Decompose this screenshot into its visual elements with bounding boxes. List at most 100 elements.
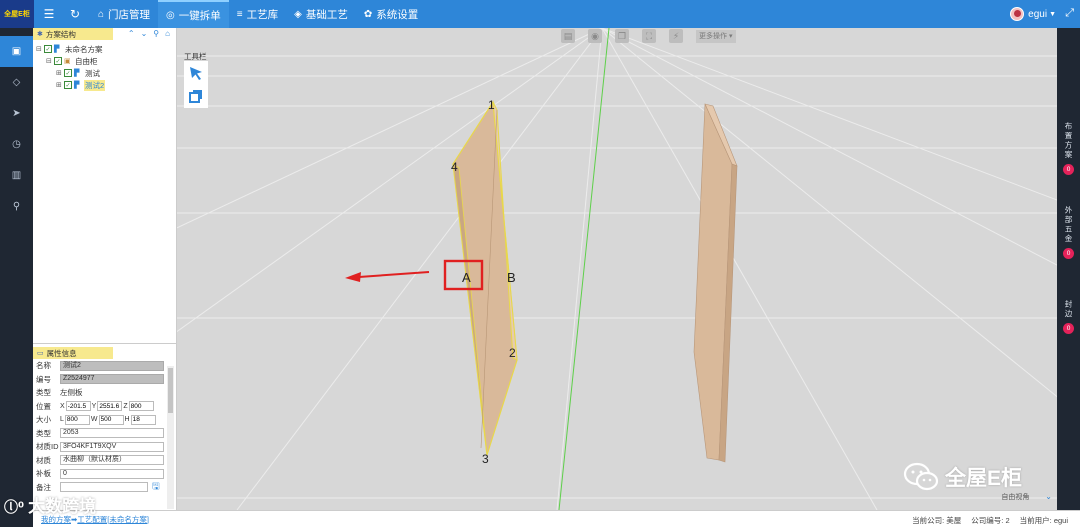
tree-node-label[interactable]: 自由柜 <box>74 56 99 67</box>
select-tool-icon[interactable] <box>184 61 208 84</box>
checkbox[interactable]: ✓ <box>54 57 62 65</box>
watermark-left: ⓛ⁰ 大数跨境 <box>4 492 96 517</box>
pos-z-field[interactable] <box>128 401 154 412</box>
design-icon[interactable]: ▣ <box>0 36 33 67</box>
home-icon[interactable]: ⌂ <box>165 29 170 38</box>
props-panel-header: ▭ 属性信息 <box>33 347 113 359</box>
size-h-field[interactable] <box>130 414 156 425</box>
history-icon[interactable]: ◷ <box>0 129 33 160</box>
status-bar: 我的方案➡工艺配置[未命名方案] 当前公司: 美屋 公司编号: 2 当前用户: … <box>33 510 1080 527</box>
count-badge: 0 <box>1063 323 1074 334</box>
layout-scheme-tab[interactable]: 布置方案 0 <box>1057 122 1080 175</box>
size-w-field[interactable] <box>98 414 124 425</box>
tree-node-root[interactable]: ⊟ ✓ ▛ 未命名方案 <box>36 43 176 55</box>
search-icon[interactable]: ⚲ <box>153 29 159 38</box>
left-icon-sidebar: ▣ ◇ ➤ ◷ ▥ ⚲ <box>0 28 33 527</box>
checkbox[interactable]: ✓ <box>44 45 52 53</box>
props-scrollbar[interactable] <box>167 366 174 509</box>
user-menu[interactable]: egui ▼ <box>1010 0 1056 28</box>
save-icon[interactable]: 🖫 <box>152 479 160 495</box>
side-board[interactable] <box>693 103 738 463</box>
prop-position-row: 位置 X Y Z <box>33 400 176 414</box>
duplicate-tool-icon[interactable] <box>184 84 208 107</box>
tree-node-cabinet[interactable]: ⊟ ✓ ▣ 自由柜 <box>36 55 176 67</box>
company-number-info: 公司编号: 2 <box>971 515 1009 526</box>
note-field[interactable] <box>60 482 148 493</box>
more-ops-dropdown[interactable]: 更多操作 ▾ <box>696 29 736 43</box>
tree-node-label[interactable]: 测试 <box>84 68 101 79</box>
material-field[interactable]: 水曲柳（默认材质） <box>60 455 164 466</box>
copy-icon[interactable]: ❐ <box>615 29 629 43</box>
prop-label: 名称 <box>36 361 51 371</box>
viewport-toolbar: ▤ ◉ ❐ ⛶ ⚡ 更多操作 ▾ <box>561 29 736 43</box>
wechat-icon <box>903 462 939 491</box>
nav-icon: ◈ <box>294 8 302 20</box>
avatar <box>1010 7 1025 21</box>
target-icon[interactable]: ◉ <box>588 29 602 43</box>
checkbox[interactable]: ✓ <box>64 81 72 89</box>
fit-view-icon[interactable]: ⛶ <box>642 29 656 43</box>
lightning-icon[interactable]: ⚡ <box>669 29 683 43</box>
prop-label: 编号 <box>36 374 51 384</box>
chevron-down-icon: ⌄ <box>1045 492 1052 501</box>
size-l-field[interactable] <box>64 414 90 425</box>
tab-label: 封边 <box>1064 300 1073 319</box>
trash-icon[interactable]: ▥ <box>0 160 33 191</box>
floor-grid <box>177 28 1057 510</box>
tree-node-label[interactable]: 未命名方案 <box>64 44 104 55</box>
scene-canvas[interactable]: 1 2 3 4 A B <box>177 28 1057 510</box>
name-field[interactable]: 测试2 <box>60 360 164 371</box>
x-label: X <box>60 402 65 410</box>
send-icon[interactable]: ➤ <box>0 98 33 129</box>
expand-toggle-icon[interactable]: ⊞ <box>56 69 64 77</box>
external-hardware-tab[interactable]: 外部五金 0 <box>1057 206 1080 259</box>
search-icon[interactable]: ⚲ <box>0 191 33 222</box>
expand-all-icon[interactable]: ⌃ <box>128 29 135 38</box>
cabinet-icon: ▣ <box>64 58 71 65</box>
z-label: Z <box>123 402 128 410</box>
view-mode-label: 自由视角 <box>1001 494 1030 501</box>
tree-panel-header: ✱ 方案结构 <box>33 28 113 40</box>
view-mode-selector[interactable]: 自由视角 ⌄ <box>1001 492 1052 502</box>
prop-label: 材质 <box>36 455 51 465</box>
collapse-toggle-icon[interactable]: ⊟ <box>36 45 44 53</box>
prop-label: 类型 <box>36 428 51 438</box>
app-logo[interactable]: 全屋E柜 <box>0 0 34 28</box>
tree-node-board-selected[interactable]: ⊞ ✓ ▛ 测试2 <box>36 79 176 91</box>
company-number-value: 2 <box>1005 516 1010 525</box>
pos-x-field[interactable] <box>65 401 91 412</box>
vertex-label-2: 2 <box>509 346 516 360</box>
watermark-logo-icon: ⓛ⁰ <box>4 499 25 515</box>
collapse-toggle-icon[interactable]: ⊟ <box>46 57 54 65</box>
nav-item-1[interactable]: ◎ 一键拆单 <box>158 0 229 28</box>
refresh-icon[interactable]: ↻ <box>64 7 86 21</box>
patch-field[interactable]: 0 <box>60 468 164 479</box>
vertex-label-a: A <box>462 270 471 285</box>
code-field[interactable]: Z2524977 <box>60 374 164 385</box>
nav-item-4[interactable]: ✿ 系统设置 <box>356 0 426 28</box>
nav-item-2[interactable]: ≡ 工艺库 <box>229 0 286 28</box>
h-label: H <box>124 416 130 424</box>
checkbox[interactable]: ✓ <box>64 69 72 77</box>
save-view-icon[interactable]: ▤ <box>561 29 575 43</box>
tree-node-board[interactable]: ⊞ ✓ ▛ 测试 <box>36 67 176 79</box>
tree-node-label[interactable]: 测试2 <box>84 79 106 91</box>
nav-item-0[interactable]: ⌂ 门店管理 <box>90 0 158 28</box>
fullscreen-icon[interactable]: ⤢ <box>1065 7 1074 20</box>
pos-y-field[interactable] <box>97 401 123 412</box>
3d-viewport[interactable]: 1 2 3 4 A B ▤ ◉ ❐ ⛶ ⚡ 更多操作 ▾ 工具栏 自由视角 ⌄ <box>177 28 1057 510</box>
nav-icon: ⌂ <box>98 8 105 20</box>
nav-item-3[interactable]: ◈ 基础工艺 <box>286 0 356 28</box>
scheme-icon: ▛ <box>54 46 60 53</box>
kind-field[interactable]: 2053 <box>60 428 164 439</box>
right-sidebar: 布置方案 0 外部五金 0 封边 0 <box>1057 28 1080 510</box>
chevron-down-icon: ▼ <box>1049 10 1056 18</box>
expand-toggle-icon[interactable]: ⊞ <box>56 81 64 89</box>
y-label: Y <box>91 402 97 410</box>
material-id-field[interactable]: 3FO4KF1T9XQV <box>60 441 164 452</box>
company-number-label: 公司编号: <box>971 516 1004 525</box>
collapse-all-icon[interactable]: ⌄ <box>141 29 148 38</box>
edge-banding-tab[interactable]: 封边 0 <box>1057 300 1080 334</box>
diamond-icon[interactable]: ◇ <box>0 67 33 98</box>
menu-icon[interactable]: ☰ <box>38 7 60 21</box>
